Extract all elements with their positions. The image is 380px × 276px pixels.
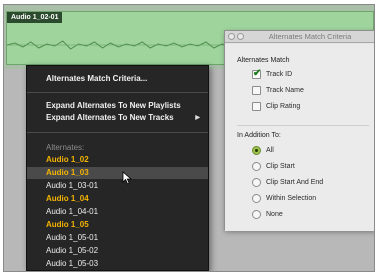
close-window-icon[interactable]	[228, 33, 235, 40]
alternates-header-label: Alternates:	[46, 143, 85, 152]
clip-name-label: Audio 1_02-01	[7, 12, 63, 23]
alternate-item[interactable]: Audio 1_03-01	[27, 180, 208, 192]
alternates-header: Alternates:	[27, 142, 208, 154]
alternates-popup-menu: Alternates Match Criteria... Expand Alte…	[26, 65, 209, 271]
menu-item-alternates-match-criteria[interactable]: Alternates Match Criteria...	[27, 73, 208, 85]
radio-selected-dot	[255, 149, 258, 152]
clip-start-and-end-radio[interactable]	[252, 178, 261, 187]
clip-rating-label: Clip Rating	[266, 103, 301, 110]
menu-item-label: Expand Alternates To New Tracks	[46, 113, 174, 122]
clip-start-radio[interactable]	[252, 162, 261, 171]
all-radio[interactable]	[252, 146, 261, 155]
screenshot-frame: Audio 1_02-01 Alternates Match Criteria …	[3, 4, 375, 272]
alternate-label: Audio 1_05-02	[46, 246, 99, 255]
alternate-label: Audio 1_03-01	[46, 181, 99, 190]
arrow-cursor-icon	[122, 171, 133, 185]
within-selection-label: Within Selection	[266, 195, 317, 202]
criteria-body: Alternates Match ✔ Track ID Track Name C…	[225, 44, 374, 231]
submenu-arrow-icon: ▶	[195, 115, 200, 121]
in-addition-to-label: In Addition To:	[237, 132, 281, 139]
none-label: None	[266, 211, 283, 218]
track-name-label: Track Name	[266, 87, 304, 94]
alternate-item[interactable]: Audio 1_04-01	[27, 206, 208, 218]
alternate-label: Audio 1_05-01	[46, 233, 99, 242]
menu-item-expand-to-playlists[interactable]: Expand Alternates To New Playlists	[27, 100, 208, 112]
alternate-item[interactable]: Audio 1_04	[27, 193, 208, 205]
alternate-item[interactable]: Audio 1_05-03	[27, 258, 208, 270]
alternate-label: Audio 1_02	[46, 155, 89, 164]
alternates-match-criteria-window: Alternates Match Criteria Alternates Mat…	[224, 30, 374, 231]
check-icon: ✔	[253, 68, 262, 79]
menu-item-label: Expand Alternates To New Playlists	[46, 101, 181, 110]
window-title: Alternates Match Criteria	[268, 32, 352, 41]
within-selection-radio[interactable]	[252, 194, 261, 203]
window-titlebar[interactable]: Alternates Match Criteria	[225, 31, 374, 43]
section-divider	[237, 125, 369, 126]
alternate-item[interactable]: Audio 1_05-02	[27, 245, 208, 257]
alternates-match-label: Alternates Match	[237, 57, 290, 64]
clip-start-label: Clip Start	[266, 163, 295, 170]
clip-rating-checkbox[interactable]	[252, 102, 261, 111]
alternate-item[interactable]: Audio 1_05	[27, 219, 208, 231]
menu-separator	[27, 92, 208, 93]
track-name-checkbox[interactable]	[252, 86, 261, 95]
alternate-label: Audio 1_05-03	[46, 259, 99, 268]
minimize-window-icon[interactable]	[237, 33, 244, 40]
menu-item-expand-to-tracks[interactable]: Expand Alternates To New Tracks ▶	[27, 112, 208, 124]
alternate-label: Audio 1_04	[46, 194, 89, 203]
clip-start-and-end-label: Clip Start And End	[266, 179, 324, 186]
alternate-item[interactable]: Audio 1_03	[27, 167, 208, 179]
track-id-checkbox[interactable]: ✔	[252, 68, 262, 79]
alternate-item[interactable]: Audio 1_02	[27, 154, 208, 166]
alternate-item[interactable]: Audio 1_05-01	[27, 232, 208, 244]
all-label: All	[266, 147, 274, 154]
track-id-label: Track ID	[266, 71, 293, 78]
none-radio[interactable]	[252, 210, 261, 219]
menu-separator	[27, 132, 208, 133]
alternate-label: Audio 1_04-01	[46, 207, 99, 216]
menu-item-label: Alternates Match Criteria...	[46, 74, 148, 83]
alternate-label: Audio 1_03	[46, 168, 89, 177]
alternate-label: Audio 1_05	[46, 220, 89, 229]
